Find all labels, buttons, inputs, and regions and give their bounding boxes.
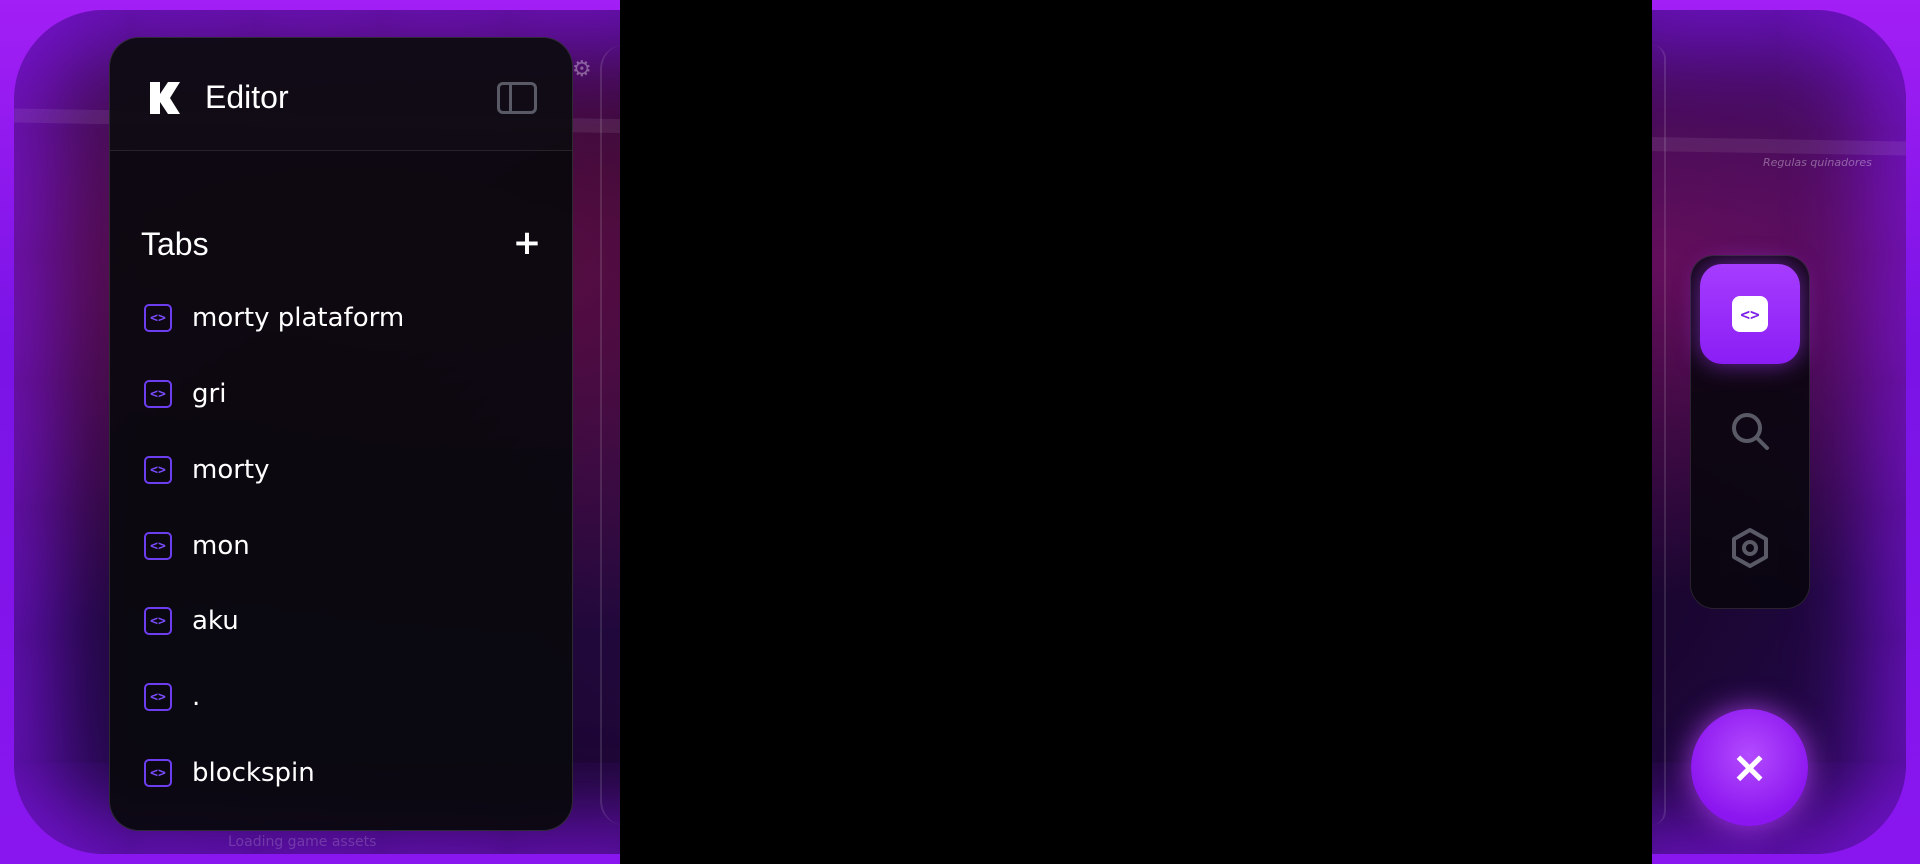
tab-item[interactable]: <> mon — [144, 524, 544, 568]
add-tab-button[interactable]: + — [510, 226, 544, 260]
sidebar-title: Editor — [205, 79, 289, 115]
tab-item[interactable]: <> blockspin — [144, 751, 544, 795]
sidebar-toggle-icon[interactable] — [497, 82, 537, 114]
tab-label: . — [192, 682, 201, 712]
editor-toolbar: <> — [1690, 255, 1810, 609]
tab-item[interactable]: <> morty plataform — [144, 296, 544, 340]
tab-item[interactable]: <> morty — [144, 448, 544, 492]
code-file-icon: <> — [144, 304, 172, 332]
search-icon — [1732, 413, 1769, 450]
code-file-icon: <> — [144, 607, 172, 635]
tab-label: morty plataform — [192, 303, 405, 333]
code-file-icon: <> — [144, 532, 172, 560]
editor-sidebar: Editor Tabs + <> morty plataform <> gri … — [109, 37, 573, 831]
gear-icon: ⚙ — [572, 57, 592, 82]
tabs-heading: Tabs — [141, 226, 209, 262]
code-icon: <> — [1732, 296, 1768, 332]
search-button[interactable] — [1700, 381, 1800, 481]
tab-item[interactable]: <> chillin — [144, 826, 544, 830]
code-editor-button[interactable]: <> — [1700, 264, 1800, 364]
code-file-icon: <> — [144, 759, 172, 787]
tab-item[interactable]: <> . — [144, 675, 544, 719]
app-logo-icon — [150, 82, 180, 114]
tab-item[interactable]: <> gri — [144, 372, 544, 416]
scene-hint-text: Regulas quinadores — [1763, 156, 1872, 169]
scene-watermark: Loading game assets — [228, 834, 377, 850]
settings-button[interactable] — [1700, 498, 1800, 598]
settings-icon — [1732, 528, 1768, 568]
tab-label: gri — [192, 379, 227, 409]
editor-canvas[interactable] — [620, 0, 1652, 864]
code-file-icon: <> — [144, 456, 172, 484]
tab-label: mon — [192, 531, 250, 561]
sidebar-header: Editor — [110, 38, 572, 151]
tab-label: blockspin — [192, 758, 315, 788]
tab-item[interactable]: <> aku — [144, 599, 544, 643]
close-button[interactable]: × — [1691, 709, 1808, 826]
tab-label: morty — [192, 455, 270, 485]
code-file-icon: <> — [144, 683, 172, 711]
editor-frame-left — [600, 45, 624, 825]
code-file-icon: <> — [144, 380, 172, 408]
editor-frame-right — [1652, 45, 1666, 825]
tab-label: aku — [192, 606, 239, 636]
